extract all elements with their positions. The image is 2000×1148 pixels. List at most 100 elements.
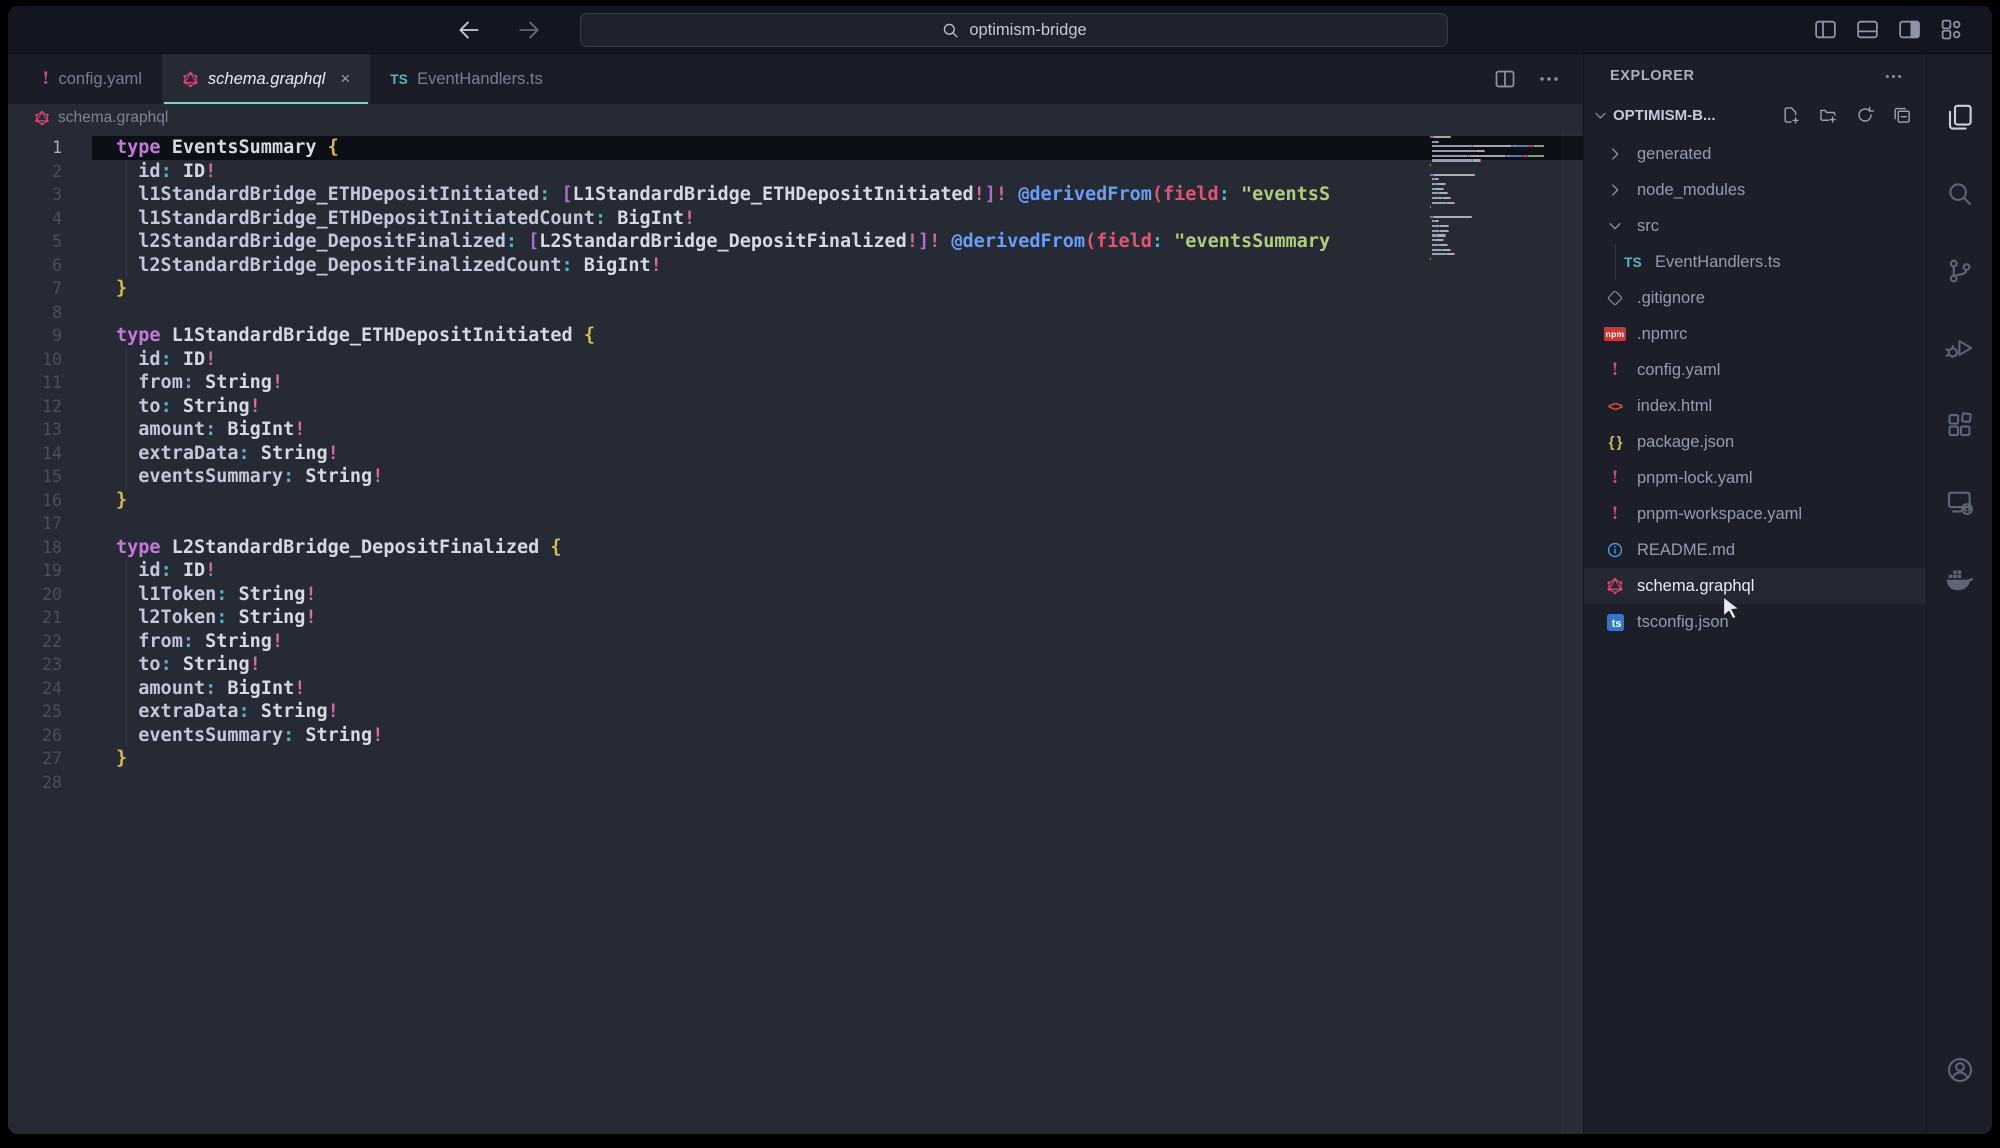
line-number: 26 — [8, 724, 92, 748]
tab-label: EventHandlers.ts — [417, 70, 543, 89]
code-line-24[interactable]: 24 amount: BigInt! — [8, 677, 1583, 701]
split-editor-button[interactable] — [1493, 67, 1517, 91]
code-line-8[interactable]: 8 — [8, 301, 1583, 325]
folder-node-modules[interactable]: node_modules — [1584, 172, 1926, 208]
refresh-explorer-button[interactable] — [1855, 105, 1875, 125]
activity-explorer[interactable] — [1927, 78, 1992, 155]
line-content: eventsSummary: String! — [92, 465, 1583, 489]
code-line-23[interactable]: 23 to: String! — [8, 653, 1583, 677]
file-package-json[interactable]: { }package.json — [1584, 424, 1926, 460]
toggle-secondary-sidebar-button[interactable] — [1897, 17, 1922, 42]
line-content: extraData: String! — [92, 442, 1583, 466]
file-schema-graphql[interactable]: schema.graphql — [1584, 568, 1926, 604]
file-pnpm-lock-yaml[interactable]: !pnpm-lock.yaml — [1584, 460, 1926, 496]
activity-run-and-debug[interactable] — [1927, 309, 1992, 386]
code-line-18[interactable]: 18type L2StandardBridge_DepositFinalized… — [8, 536, 1583, 560]
line-content — [92, 771, 1583, 795]
file-gitignore[interactable]: .gitignore — [1584, 280, 1926, 316]
code-line-26[interactable]: 26 eventsSummary: String! — [8, 724, 1583, 748]
code-line-2[interactable]: 2 id: ID! — [8, 160, 1583, 184]
code-line-7[interactable]: 7} — [8, 277, 1583, 301]
code-line-10[interactable]: 10 id: ID! — [8, 348, 1583, 372]
line-content: type EventsSummary { — [92, 136, 1583, 160]
tab-eventhandlers-ts[interactable]: TSEventHandlers.ts — [370, 54, 563, 104]
back-button[interactable] — [456, 17, 482, 43]
activity-remote-explorer[interactable] — [1927, 463, 1992, 540]
file-tree: generatednode_modulessrcTSEventHandlers.… — [1584, 136, 1926, 640]
code-line-25[interactable]: 25 extraData: String! — [8, 700, 1583, 724]
code-line-16[interactable]: 16} — [8, 489, 1583, 513]
file-eventhandlers-ts[interactable]: TSEventHandlers.ts — [1584, 244, 1926, 280]
activity-docker[interactable] — [1927, 540, 1992, 617]
code-line-19[interactable]: 19 id: ID! — [8, 559, 1583, 583]
tab-bar: ! config.yaml schema.graphql×TSEventHandle… — [8, 54, 1583, 104]
code-line-6[interactable]: 6 l2StandardBridge_DepositFinalizedCount… — [8, 254, 1583, 278]
code-line-21[interactable]: 21 l2Token: String! — [8, 606, 1583, 630]
command-center-search[interactable]: optimism-bridge — [580, 13, 1448, 47]
braces-icon: { } — [1609, 434, 1622, 451]
code-line-17[interactable]: 17 — [8, 512, 1583, 536]
folder-generated[interactable]: generated — [1584, 136, 1926, 172]
file-config-yaml[interactable]: !config.yaml — [1584, 352, 1926, 388]
minimap[interactable] — [1430, 136, 1561, 267]
toggle-panel-button[interactable] — [1855, 17, 1880, 42]
activity-accounts[interactable] — [1927, 1031, 1992, 1108]
code-line-9[interactable]: 9type L1StandardBridge_ETHDepositInitiat… — [8, 324, 1583, 348]
tab-schema-graphql[interactable]: schema.graphql× — [162, 54, 370, 104]
tab-label: config.yaml — [58, 70, 141, 89]
code-line-15[interactable]: 15 eventsSummary: String! — [8, 465, 1583, 489]
code-line-4[interactable]: 4 l1StandardBridge_ETHDepositInitiatedCo… — [8, 207, 1583, 231]
npm-icon: npm — [1604, 327, 1627, 341]
code-line-3[interactable]: 3 l1StandardBridge_ETHDepositInitiated: … — [8, 183, 1583, 207]
file-readme-md[interactable]: README.md — [1584, 532, 1926, 568]
new-file-button[interactable] — [1781, 105, 1801, 125]
explorer-title: EXPLORER — [1610, 68, 1695, 84]
collapse-folders-button[interactable] — [1892, 105, 1912, 125]
activity-search[interactable] — [1927, 155, 1992, 232]
folder-src[interactable]: src — [1584, 208, 1926, 244]
file-npmrc[interactable]: npm.npmrc — [1584, 316, 1926, 352]
yaml-icon: ! — [42, 69, 49, 89]
line-content: amount: BigInt! — [92, 418, 1583, 442]
line-content: } — [92, 277, 1583, 301]
line-number: 21 — [8, 606, 92, 630]
line-content: type L2StandardBridge_DepositFinalized { — [92, 536, 1583, 560]
close-tab-icon[interactable]: × — [340, 69, 350, 89]
line-number: 17 — [8, 512, 92, 536]
line-content: } — [92, 489, 1583, 513]
code-line-22[interactable]: 22 from: String! — [8, 630, 1583, 654]
tab-config-yaml[interactable]: ! config.yaml — [22, 54, 162, 104]
code-line-28[interactable]: 28 — [8, 771, 1583, 795]
code-line-12[interactable]: 12 to: String! — [8, 395, 1583, 419]
activity-source-control[interactable] — [1927, 232, 1992, 309]
code-line-20[interactable]: 20 l1Token: String! — [8, 583, 1583, 607]
customize-layout-button[interactable] — [1939, 17, 1964, 42]
file-pnpm-workspace-yaml[interactable]: !pnpm-workspace.yaml — [1584, 496, 1926, 532]
code-editor[interactable]: 1type EventsSummary {2 id: ID!3 l1Standa… — [8, 132, 1583, 1134]
code-line-27[interactable]: 27} — [8, 747, 1583, 771]
workspace-section-header[interactable]: OPTIMISM-B... — [1584, 98, 1926, 132]
breadcrumb[interactable]: schema.graphql — [8, 104, 1583, 132]
forward-button[interactable] — [516, 17, 542, 43]
workspace-name: optimism-bridge — [969, 21, 1086, 40]
more-actions-button[interactable] — [1537, 67, 1561, 91]
code-line-13[interactable]: 13 amount: BigInt! — [8, 418, 1583, 442]
file-tsconfig-json[interactable]: tstsconfig.json — [1584, 604, 1926, 640]
new-folder-button[interactable] — [1818, 105, 1838, 125]
toggle-primary-sidebar-button[interactable] — [1813, 17, 1838, 42]
activity-bar — [1926, 54, 1992, 1134]
line-content: id: ID! — [92, 348, 1583, 372]
line-number: 24 — [8, 677, 92, 701]
activity-extensions[interactable] — [1927, 386, 1992, 463]
code-line-14[interactable]: 14 extraData: String! — [8, 442, 1583, 466]
file-index-html[interactable]: <>index.html — [1584, 388, 1926, 424]
code-line-11[interactable]: 11 from: String! — [8, 371, 1583, 395]
explorer-more-icon[interactable] — [1883, 66, 1904, 87]
vscode-window: optimism-bridge ! config.yaml schema.graph… — [8, 6, 1992, 1134]
file-label: pnpm-workspace.yaml — [1637, 505, 1802, 524]
explorer-header: EXPLORER — [1584, 54, 1926, 98]
code-line-5[interactable]: 5 l2StandardBridge_DepositFinalized: [L2… — [8, 230, 1583, 254]
code-line-1[interactable]: 1type EventsSummary { — [8, 136, 1583, 160]
editor-scrollbar[interactable] — [1562, 132, 1583, 1134]
line-content: from: String! — [92, 630, 1583, 654]
